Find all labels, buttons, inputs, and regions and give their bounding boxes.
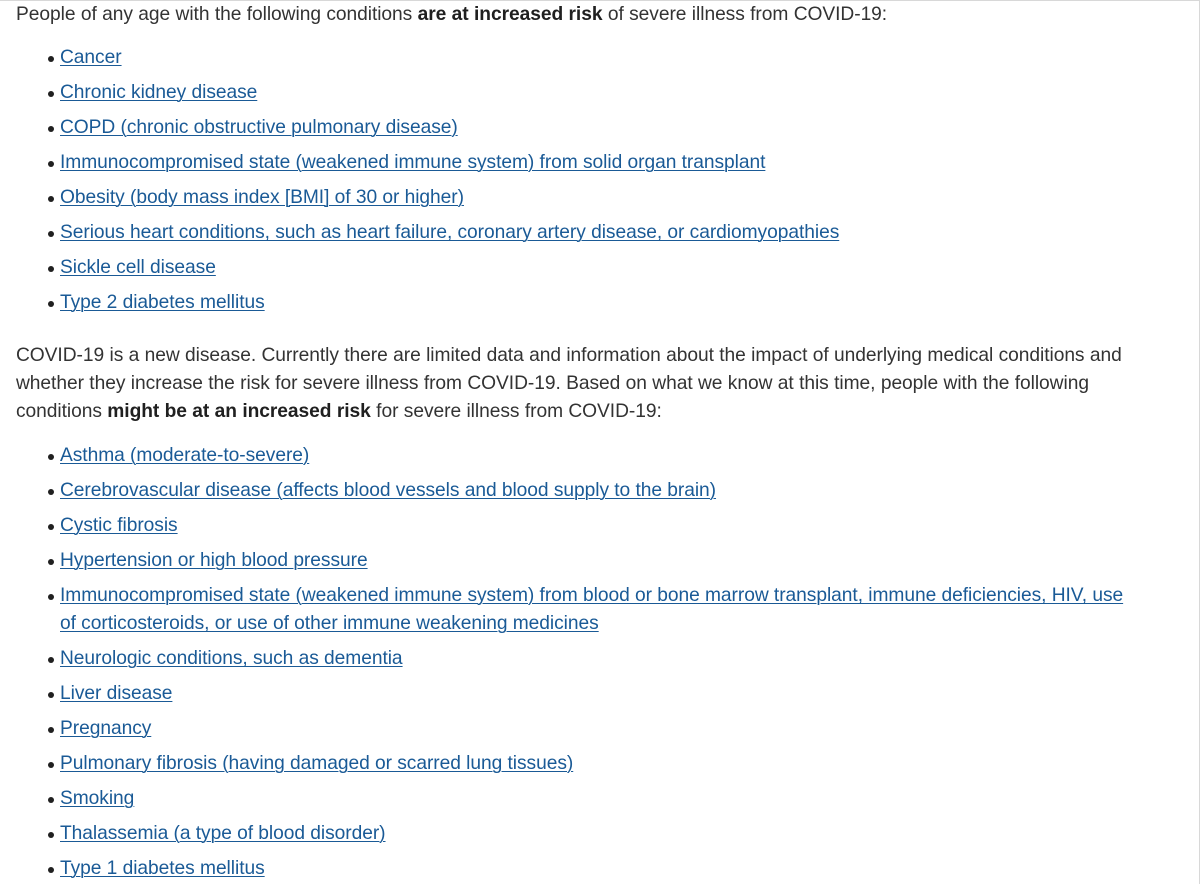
list-item: Pregnancy bbox=[0, 715, 1130, 743]
condition-link-obesity[interactable]: Obesity (body mass index [BMI] of 30 or … bbox=[60, 187, 464, 208]
list-item: Immunocompromised state (weakened immune… bbox=[0, 149, 1130, 177]
list-item: Type 2 diabetes mellitus bbox=[0, 289, 1130, 317]
page-container: People of any age with the following con… bbox=[0, 0, 1200, 884]
condition-link-immunocompromised-solid-organ-transplant[interactable]: Immunocompromised state (weakened immune… bbox=[60, 152, 765, 173]
list-item: Obesity (body mass index [BMI] of 30 or … bbox=[0, 184, 1130, 212]
intro-paragraph-text-after: of severe illness from COVID-19: bbox=[602, 4, 888, 25]
list-item: Neurologic conditions, such as dementia bbox=[0, 645, 1130, 673]
list-item: Immunocompromised state (weakened immune… bbox=[0, 582, 1130, 638]
condition-link-hypertension[interactable]: Hypertension or high blood pressure bbox=[60, 550, 368, 571]
condition-link-sickle-cell-disease[interactable]: Sickle cell disease bbox=[60, 257, 216, 278]
condition-link-neurologic-conditions[interactable]: Neurologic conditions, such as dementia bbox=[60, 648, 403, 669]
intro-paragraph: People of any age with the following con… bbox=[0, 1, 1130, 29]
list-item: Liver disease bbox=[0, 680, 1130, 708]
list-item: Chronic kidney disease bbox=[0, 79, 1130, 107]
list-item: Type 1 diabetes mellitus bbox=[0, 855, 1130, 883]
might-be-at-risk-condition-list: Asthma (moderate-to-severe) Cerebrovascu… bbox=[0, 442, 1130, 883]
list-item: Cystic fibrosis bbox=[0, 512, 1130, 540]
condition-link-asthma[interactable]: Asthma (moderate-to-severe) bbox=[60, 445, 309, 466]
mid-paragraph-emphasis: might be at an increased risk bbox=[107, 401, 371, 422]
condition-link-cancer[interactable]: Cancer bbox=[60, 47, 122, 68]
list-item: Pulmonary fibrosis (having damaged or sc… bbox=[0, 750, 1130, 778]
condition-link-liver-disease[interactable]: Liver disease bbox=[60, 683, 172, 704]
list-item: Serious heart conditions, such as heart … bbox=[0, 219, 1130, 247]
list-item: Asthma (moderate-to-severe) bbox=[0, 442, 1130, 470]
intro-paragraph-text-before: People of any age with the following con… bbox=[16, 4, 418, 25]
mid-paragraph: COVID-19 is a new disease. Currently the… bbox=[0, 342, 1130, 426]
condition-link-serious-heart-conditions[interactable]: Serious heart conditions, such as heart … bbox=[60, 222, 839, 243]
mid-paragraph-text-after: for severe illness from COVID-19: bbox=[370, 401, 662, 422]
increased-risk-condition-list: Cancer Chronic kidney disease COPD (chro… bbox=[0, 44, 1130, 317]
condition-link-pulmonary-fibrosis[interactable]: Pulmonary fibrosis (having damaged or sc… bbox=[60, 753, 573, 774]
list-item: Smoking bbox=[0, 785, 1130, 813]
condition-link-cerebrovascular-disease[interactable]: Cerebrovascular disease (affects blood v… bbox=[60, 480, 716, 501]
list-item: Cancer bbox=[0, 44, 1130, 72]
condition-link-chronic-kidney-disease[interactable]: Chronic kidney disease bbox=[60, 82, 257, 103]
condition-link-immunocompromised-blood-bone-marrow[interactable]: Immunocompromised state (weakened immune… bbox=[60, 585, 1123, 634]
article-content: People of any age with the following con… bbox=[0, 1, 1130, 884]
intro-paragraph-emphasis: are at increased risk bbox=[417, 4, 603, 25]
list-item: Thalassemia (a type of blood disorder) bbox=[0, 820, 1130, 848]
condition-link-type-1-diabetes[interactable]: Type 1 diabetes mellitus bbox=[60, 858, 265, 879]
condition-link-copd[interactable]: COPD (chronic obstructive pulmonary dise… bbox=[60, 117, 458, 138]
list-item: Sickle cell disease bbox=[0, 254, 1130, 282]
list-item: Cerebrovascular disease (affects blood v… bbox=[0, 477, 1130, 505]
condition-link-cystic-fibrosis[interactable]: Cystic fibrosis bbox=[60, 515, 178, 536]
condition-link-thalassemia[interactable]: Thalassemia (a type of blood disorder) bbox=[60, 823, 386, 844]
condition-link-pregnancy[interactable]: Pregnancy bbox=[60, 718, 151, 739]
list-item: Hypertension or high blood pressure bbox=[0, 547, 1130, 575]
condition-link-smoking[interactable]: Smoking bbox=[60, 788, 134, 809]
list-item: COPD (chronic obstructive pulmonary dise… bbox=[0, 114, 1130, 142]
condition-link-type-2-diabetes[interactable]: Type 2 diabetes mellitus bbox=[60, 292, 265, 313]
